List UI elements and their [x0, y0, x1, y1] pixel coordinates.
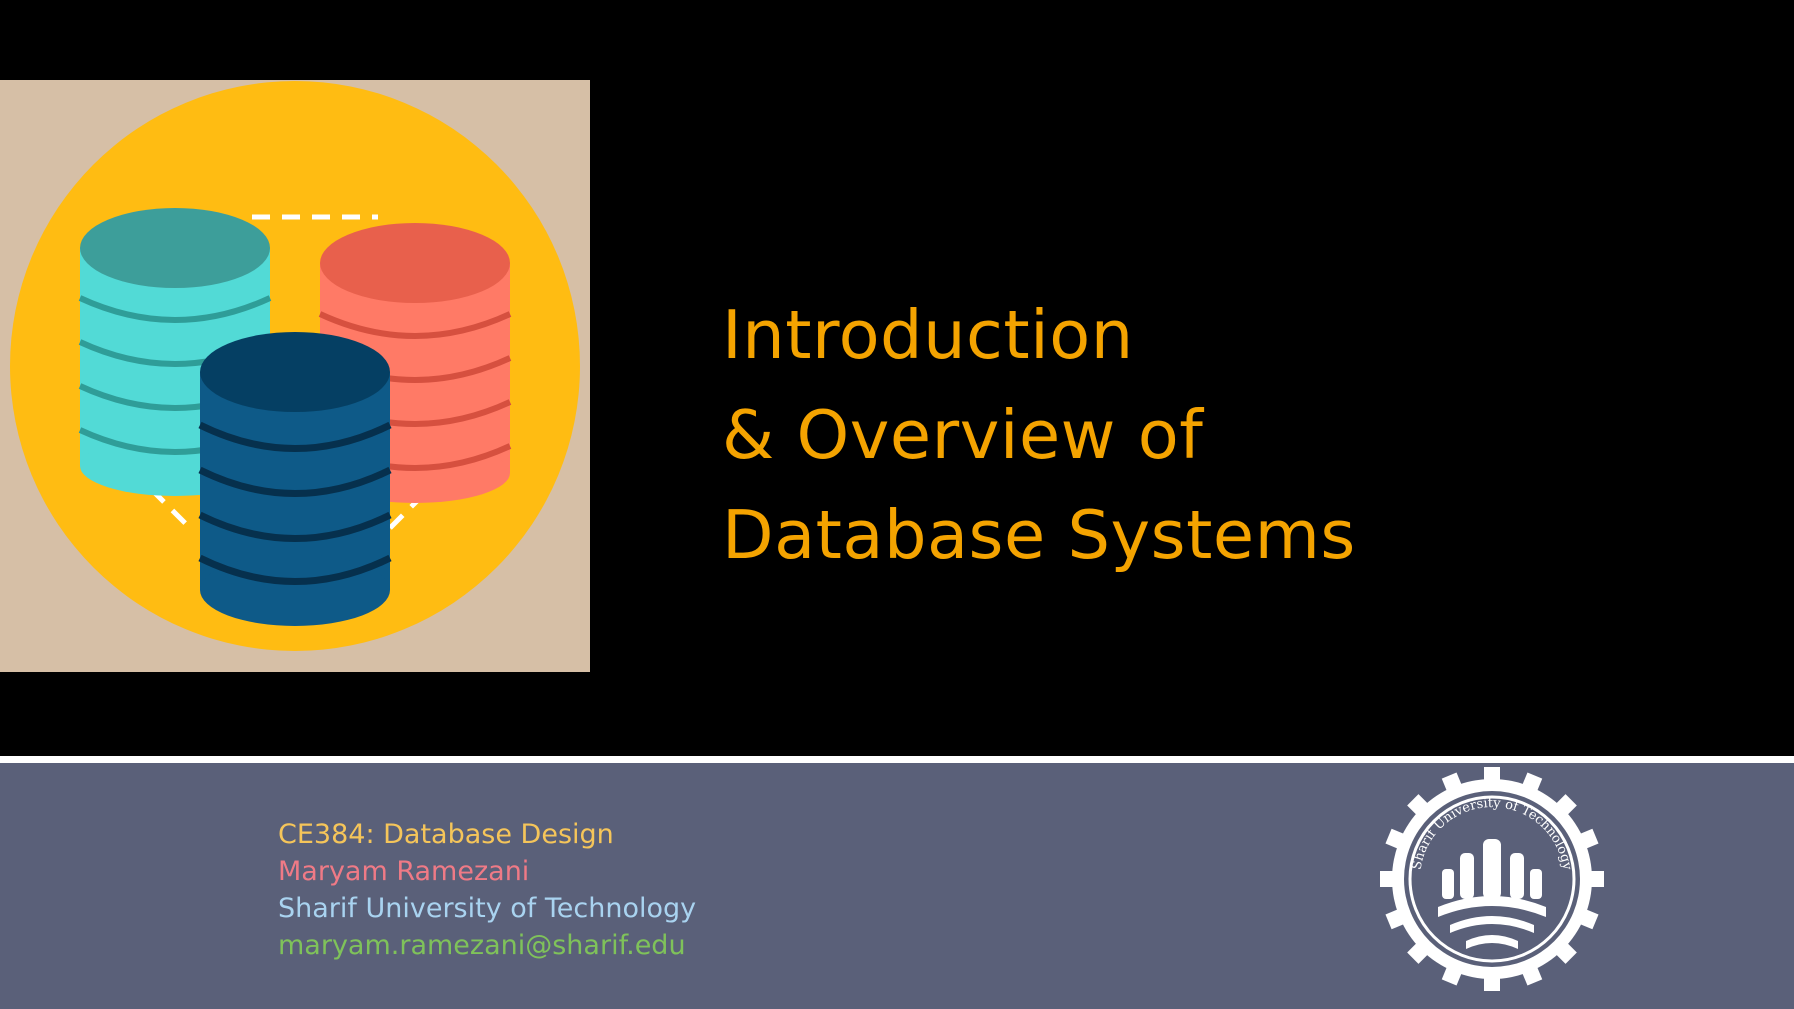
footer-divider	[0, 756, 1794, 763]
course-info: CE384: Database Design Maryam Ramezani S…	[278, 816, 696, 964]
database-stack-illustration	[0, 80, 590, 672]
university-seal-logo: Sharif University of Technology	[1333, 720, 1651, 1009]
university-name: Sharif University of Technology	[278, 893, 697, 924]
footer-bar: CE384: Database Design Maryam Ramezani S…	[0, 720, 1794, 1009]
seal-icon: Sharif University of Technology	[1333, 720, 1651, 1009]
author-email: maryam.ramezani@sharif.edu	[278, 930, 686, 961]
author-name: Maryam Ramezani	[278, 856, 530, 887]
course-name: CE384: Database Design	[278, 819, 614, 850]
database-icon	[10, 81, 580, 651]
slide-title: Introduction & Overview of Database Syst…	[722, 285, 1356, 585]
title-line-2: & Overview of	[722, 396, 1204, 474]
navy-cylinder	[198, 332, 392, 626]
title-line-3: Database Systems	[722, 496, 1356, 574]
title-line-1: Introduction	[722, 296, 1134, 374]
title-slide: Introduction & Overview of Database Syst…	[0, 0, 1794, 1009]
